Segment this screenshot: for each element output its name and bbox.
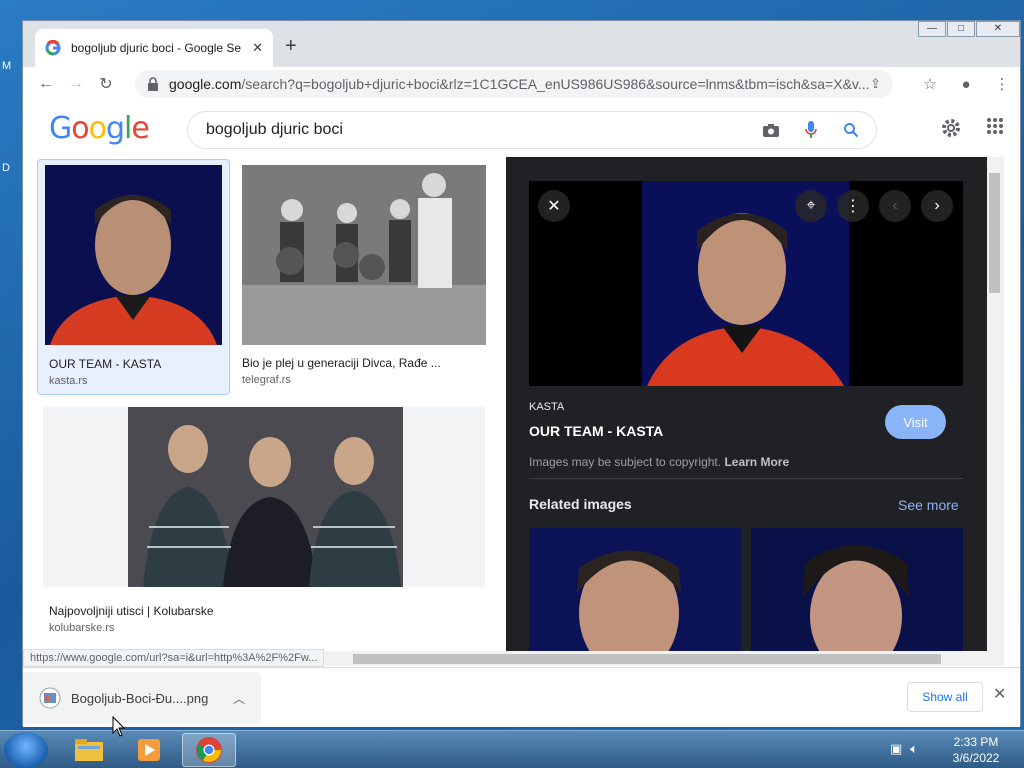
download-filename: Bogoljub-Boci-Đu....png xyxy=(71,690,209,706)
tab-close-icon[interactable]: ✕ xyxy=(252,40,263,56)
result-caption[interactable]: OUR TEAM - KASTA xyxy=(49,357,161,371)
result-card[interactable]: OUR TEAM - KASTA kasta.rs xyxy=(37,159,230,395)
media-player-taskbar-icon[interactable] xyxy=(122,733,176,767)
window-close-button[interactable]: ✕ xyxy=(976,21,1020,37)
image-results: OUR TEAM - KASTA kasta.rs Bio je plej u … xyxy=(23,157,506,651)
chrome-taskbar-icon[interactable] xyxy=(182,733,236,767)
search-input[interactable]: bogoljub djuric boci xyxy=(206,121,343,139)
tab-google-search[interactable]: bogoljub djuric boci - Google Se ✕ xyxy=(35,29,273,67)
clock[interactable]: 2:33 PM 3/6/2022 xyxy=(946,734,1006,766)
volume-icon[interactable]: 🔈︎ xyxy=(910,741,918,757)
new-tab-button[interactable]: + xyxy=(285,35,297,57)
copyright-text: Images may be subject to copyright. xyxy=(529,455,722,469)
more-options-icon[interactable]: ⋮ xyxy=(837,190,869,222)
tab-title: bogoljub djuric boci - Google Se xyxy=(71,41,242,55)
next-image-icon[interactable]: › xyxy=(921,190,953,222)
back-arrow-icon[interactable]: ← xyxy=(31,75,61,93)
preview-site-name: KASTA xyxy=(529,401,565,413)
reload-icon[interactable]: ↻ xyxy=(91,74,121,94)
chrome-window: bogoljub djuric boci - Google Se ✕ + — □… xyxy=(22,20,1021,727)
window-controls: — □ ✕ xyxy=(917,21,1020,37)
result-caption[interactable]: Najpovoljniji utisci | Kolubarske xyxy=(49,604,214,618)
search-box[interactable]: bogoljub djuric boci xyxy=(187,111,877,149)
network-icon[interactable]: ▣ xyxy=(890,741,902,757)
menu-kebab-icon[interactable]: ⋮ xyxy=(984,75,1020,93)
camera-icon[interactable] xyxy=(760,119,782,141)
clock-date: 3/6/2022 xyxy=(952,751,1000,765)
system-tray: ▣ 🔈︎ xyxy=(890,741,918,757)
close-preview-icon[interactable]: ✕ xyxy=(538,190,570,222)
search-box-icons xyxy=(760,119,862,141)
previous-image-icon[interactable]: ‹ xyxy=(879,190,911,222)
url-path: /search?q=bogoljub+djuric+boci&rlz=1C1GC… xyxy=(241,76,869,92)
learn-more-link[interactable]: Learn More xyxy=(724,455,789,469)
copyright-notice: Images may be subject to copyright. Lear… xyxy=(529,455,789,469)
tab-strip: bogoljub djuric boci - Google Se ✕ + — □… xyxy=(23,21,1020,67)
microphone-icon[interactable] xyxy=(800,119,822,141)
google-favicon-icon xyxy=(45,40,61,56)
related-image[interactable] xyxy=(751,528,963,651)
maximize-button[interactable]: □ xyxy=(947,21,975,37)
related-image[interactable] xyxy=(529,528,741,651)
see-more-link[interactable]: See more xyxy=(898,497,959,513)
result-card[interactable]: Najpovoljniji utisci | Kolubarske koluba… xyxy=(43,405,487,645)
apps-grid-icon[interactable] xyxy=(986,117,1004,144)
download-item[interactable]: Bogoljub-Boci-Đu....png ︿ xyxy=(23,672,261,724)
profile-icon[interactable]: ● xyxy=(948,76,984,93)
status-url-bubble: https://www.google.com/url?sa=i&url=http… xyxy=(23,649,325,667)
clock-time: 2:33 PM xyxy=(953,735,999,749)
browser-toolbar: ← → ↻ google.com/search?q=bogoljub+djuri… xyxy=(23,67,1020,101)
chevron-up-icon[interactable]: ︿ xyxy=(233,690,245,707)
url-host: google.com xyxy=(169,76,242,92)
desktop-icon-label[interactable]: M xyxy=(2,60,11,72)
header-right xyxy=(940,117,1004,144)
search-icon[interactable] xyxy=(840,119,862,141)
google-header: Google bogoljub djuric boci xyxy=(23,101,1020,157)
result-thumbnail[interactable] xyxy=(45,165,222,345)
preview-image-frame: ✕ ⌖ ⋮ ‹ › xyxy=(529,181,963,386)
result-source: kasta.rs xyxy=(49,375,88,387)
url-text: google.com/search?q=bogoljub+djuric+boci… xyxy=(169,76,869,92)
minimize-button[interactable]: — xyxy=(918,21,946,37)
preview-title[interactable]: OUR TEAM - KASTA xyxy=(529,423,663,439)
share-icon[interactable]: ⇪ xyxy=(870,76,881,92)
result-source: kolubarske.rs xyxy=(49,622,115,634)
toolbar-right: ☆ ● ⋮ xyxy=(912,67,1020,101)
result-thumbnail[interactable] xyxy=(43,407,485,587)
related-images-heading: Related images xyxy=(529,496,632,512)
forward-arrow-icon[interactable]: → xyxy=(61,75,91,93)
lens-search-icon[interactable]: ⌖ xyxy=(795,190,827,222)
show-all-button[interactable]: Show all xyxy=(907,682,983,712)
mouse-cursor-icon xyxy=(112,716,126,737)
address-bar[interactable]: google.com/search?q=bogoljub+djuric+boci… xyxy=(135,70,893,98)
start-button[interactable] xyxy=(4,732,48,768)
google-logo[interactable]: Google xyxy=(49,111,150,146)
lock-icon xyxy=(148,77,158,91)
bookmark-star-icon[interactable]: ☆ xyxy=(912,75,948,93)
image-preview-panel: ✕ ⌖ ⋮ ‹ › KASTA OUR TEAM - KASTA Visit I… xyxy=(506,157,987,651)
taskbar: ▣ 🔈︎ 2:33 PM 3/6/2022 xyxy=(0,730,1024,768)
horizontal-scroll-thumb[interactable] xyxy=(353,654,941,664)
result-source: telegraf.rs xyxy=(242,374,291,386)
result-thumbnail[interactable] xyxy=(242,165,486,345)
download-shelf-close-icon[interactable]: ✕ xyxy=(993,684,1006,704)
vertical-scroll-thumb[interactable] xyxy=(989,173,1000,293)
explorer-taskbar-icon[interactable] xyxy=(62,733,116,767)
result-caption[interactable]: Bio je plej u generaciji Divca, Rađe ... xyxy=(242,356,441,370)
result-card[interactable]: Bio je plej u generaciji Divca, Rađe ...… xyxy=(237,159,487,395)
vertical-scrollbar[interactable] xyxy=(987,157,1004,651)
desktop-icon-label[interactable]: D xyxy=(2,162,10,174)
visit-button[interactable]: Visit xyxy=(885,405,946,439)
image-file-icon xyxy=(39,687,61,709)
download-shelf: Bogoljub-Boci-Đu....png ︿ Show all ✕ xyxy=(23,667,1020,727)
divider xyxy=(529,478,963,479)
settings-gear-icon[interactable] xyxy=(940,117,962,144)
